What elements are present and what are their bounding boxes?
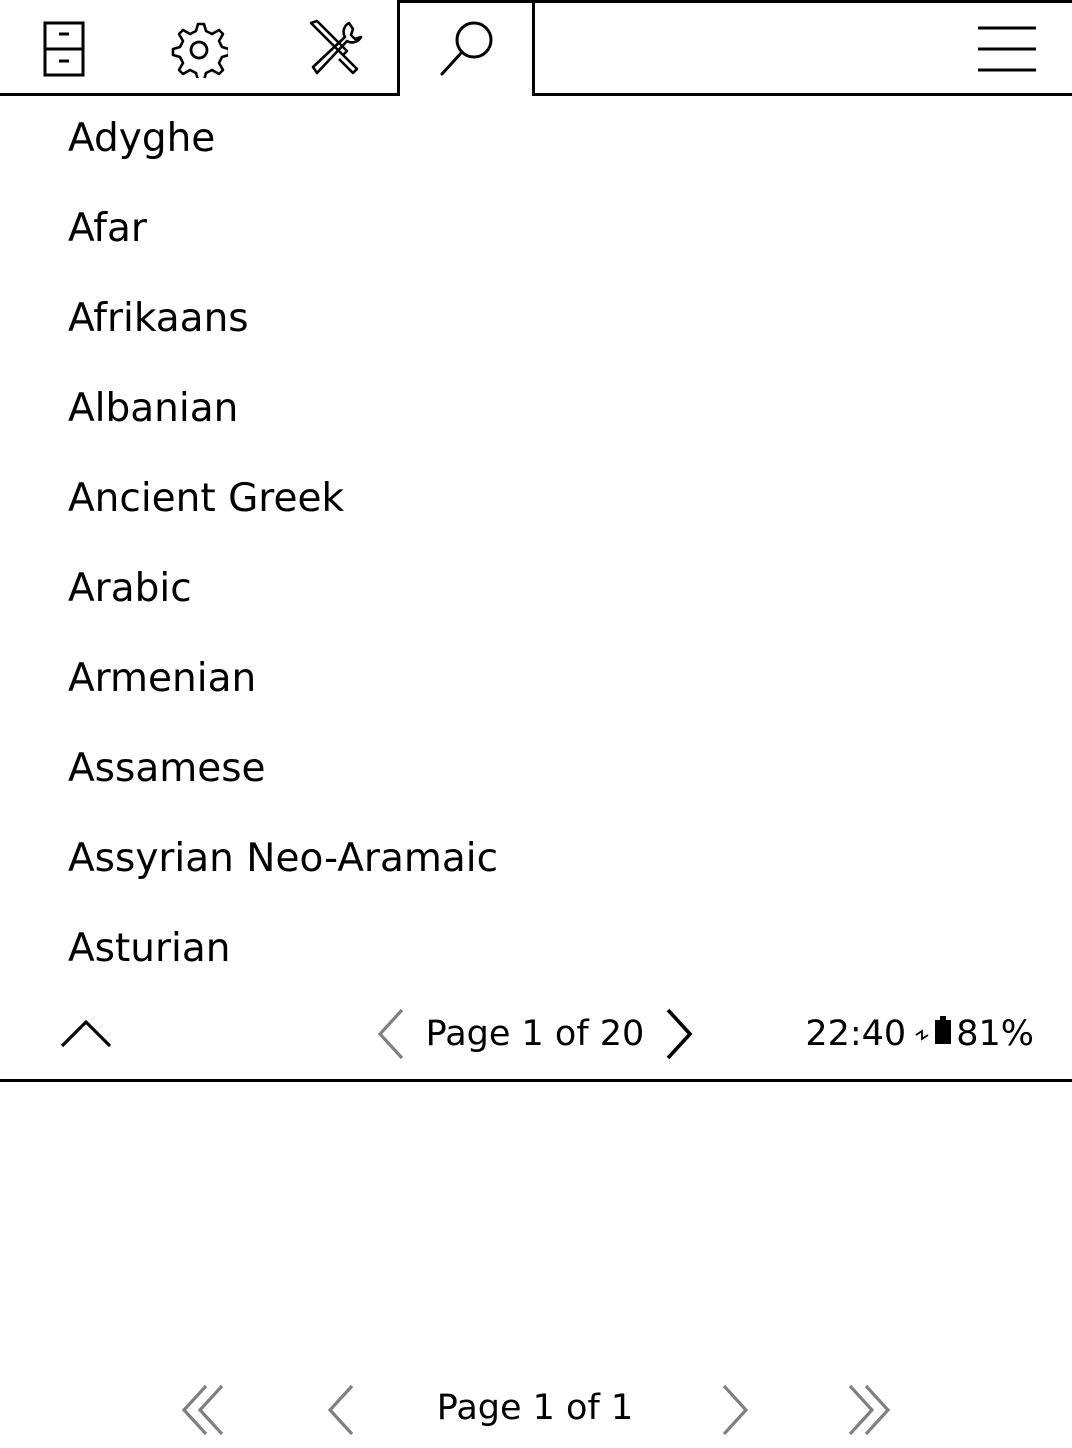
list-item[interactable]: Ancient Greek	[0, 456, 1072, 546]
tab-search[interactable]	[432, 14, 502, 84]
hamburger-menu-icon	[978, 26, 1036, 72]
first-page-button[interactable]	[176, 1382, 232, 1438]
main-menu-button[interactable]	[972, 14, 1042, 84]
previous-page-button[interactable]	[370, 1006, 410, 1062]
search-icon	[440, 21, 493, 76]
list-item[interactable]: Armenian	[0, 636, 1072, 726]
tab-settings[interactable]	[164, 14, 234, 84]
page-indicator: Page 1 of 20	[425, 1014, 645, 1054]
list-item[interactable]: Assyrian Neo-Aramaic	[0, 816, 1072, 906]
clock: 22:40	[805, 1014, 907, 1054]
tools-icon	[309, 19, 363, 75]
chevron-left-icon	[377, 1008, 404, 1060]
bottom-previous-page-button[interactable]	[316, 1382, 372, 1438]
battery-icon	[934, 1010, 952, 1058]
status-area: 22:40 81%	[805, 1010, 1034, 1058]
list-item[interactable]: Assamese	[0, 726, 1072, 816]
list-item[interactable]: Adyghe	[0, 96, 1072, 186]
charging-icon	[914, 1010, 930, 1058]
gear-icon	[171, 22, 228, 78]
chevron-up-icon	[60, 1019, 112, 1048]
divider	[0, 1079, 1072, 1082]
double-chevron-left-icon	[181, 1384, 224, 1436]
list-item[interactable]: Arabic	[0, 546, 1072, 636]
double-chevron-right-icon	[848, 1384, 891, 1436]
list-item[interactable]: Albanian	[0, 366, 1072, 456]
tab-tools[interactable]	[298, 14, 368, 84]
language-list: Adyghe Afar Afrikaans Albanian Ancient G…	[0, 96, 1072, 996]
go-up-button[interactable]	[56, 1012, 116, 1052]
chevron-left-icon	[327, 1384, 354, 1436]
file-cabinet-icon	[43, 21, 85, 77]
last-page-button[interactable]	[840, 1382, 896, 1438]
battery-percent: 81%	[956, 1014, 1034, 1054]
list-item[interactable]: Afrikaans	[0, 276, 1072, 366]
list-item[interactable]: Afar	[0, 186, 1072, 276]
chevron-right-icon	[666, 1008, 693, 1060]
chevron-right-icon	[722, 1384, 749, 1436]
bottom-next-page-button[interactable]	[706, 1382, 762, 1438]
list-item[interactable]: Asturian	[0, 906, 1072, 996]
bottom-pagination: Page 1 of 1	[0, 1372, 1072, 1448]
next-page-button[interactable]	[660, 1006, 700, 1062]
tab-file-browser[interactable]	[30, 14, 100, 84]
list-footer: Page 1 of 20 22:40 81%	[0, 992, 1072, 1080]
top-menu-bar	[0, 0, 1072, 96]
bottom-page-indicator: Page 1 of 1	[436, 1388, 634, 1428]
